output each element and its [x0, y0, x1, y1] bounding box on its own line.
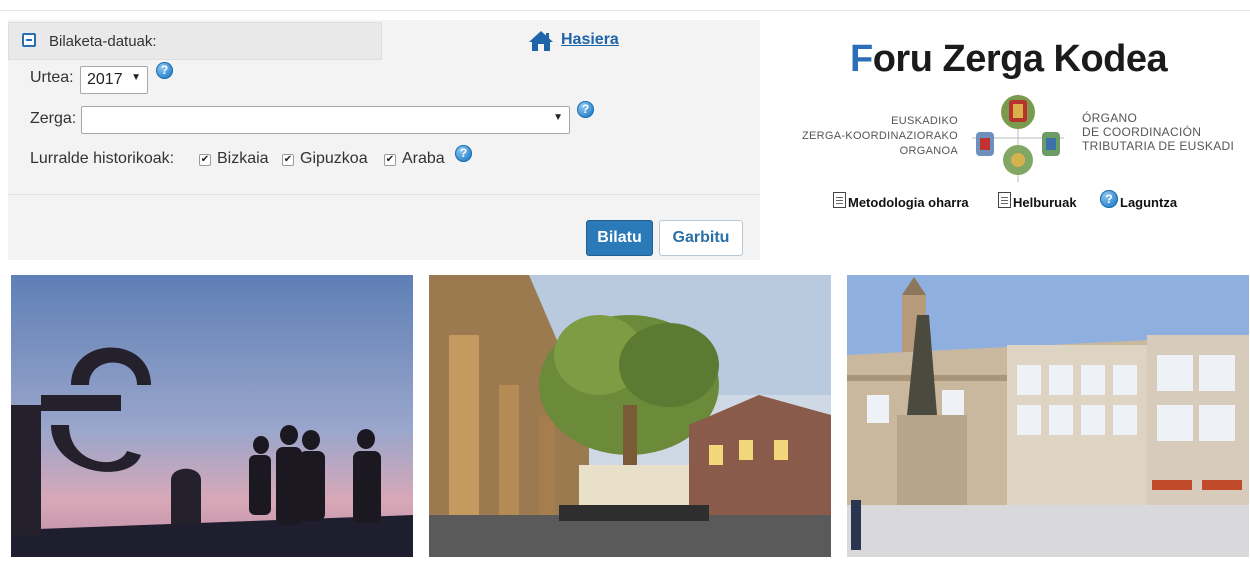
org-name-spanish: ÓRGANO DE COORDINACIÓN TRIBUTARIA DE EUS…: [1082, 111, 1234, 153]
year-help-icon[interactable]: ?: [156, 62, 173, 79]
territory-label-bizkaia: Bizkaia: [217, 150, 269, 167]
org-es-line: ÓRGANO: [1082, 111, 1138, 125]
photo-wind-comb-silhouettes: [11, 275, 413, 557]
form-divider: [8, 194, 760, 195]
org-es-line: DE COORDINACIÓN: [1082, 125, 1202, 139]
methodology-link[interactable]: Metodologia oharra: [848, 195, 969, 210]
search-button[interactable]: Bilatu: [586, 220, 653, 256]
help-icon[interactable]: ?: [1100, 190, 1118, 208]
year-value: 2017: [87, 71, 123, 88]
tax-select[interactable]: ▼: [81, 106, 570, 134]
territories-help-icon[interactable]: ?: [455, 145, 472, 162]
search-panel-header[interactable]: Bilaketa-datuak:: [8, 22, 382, 60]
chevron-down-icon: ▼: [553, 112, 563, 123]
document-icon[interactable]: [998, 192, 1011, 208]
territory-label-araba: Araba: [402, 150, 445, 167]
tax-help-icon[interactable]: ?: [577, 101, 594, 118]
document-icon[interactable]: [833, 192, 846, 208]
org-name-basque: EUSKADIKO ZERGA-KOORDINAZIORAKO ORGANOA: [802, 114, 958, 159]
logo-title-initial: F: [850, 38, 873, 80]
search-panel-title: Bilaketa-datuak:: [49, 33, 157, 50]
clear-button[interactable]: Garbitu: [659, 220, 743, 256]
home-icon[interactable]: [528, 30, 554, 52]
tax-label: Zerga:: [30, 110, 77, 127]
org-eu-line: ZERGA-KOORDINAZIORAKO: [801, 130, 958, 142]
goals-link[interactable]: Helburuak: [1013, 195, 1077, 210]
org-eu-line: EUSKADIKO: [891, 115, 958, 127]
org-es-line: TRIBUTARIA DE EUSKADI: [1082, 139, 1235, 153]
site-logo-title[interactable]: Foru Zerga Kodea: [850, 38, 1168, 81]
territories-label: Lurralde historikoak:: [30, 150, 175, 167]
year-label: Urtea:: [30, 69, 74, 86]
chevron-down-icon: ▼: [131, 72, 141, 83]
territory-label-gipuzkoa: Gipuzkoa: [300, 150, 368, 167]
top-divider: [0, 10, 1250, 11]
photo-gernika-tree: [429, 275, 831, 557]
logo-title-rest: oru Zerga Kodea: [872, 38, 1168, 80]
year-select[interactable]: 2017 ▼: [80, 66, 148, 94]
checkbox-bizkaia[interactable]: ✔: [199, 154, 211, 166]
home-link[interactable]: Hasiera: [561, 31, 619, 49]
org-eu-line: ORGANOA: [899, 145, 958, 157]
checkbox-araba[interactable]: ✔: [384, 154, 396, 166]
collapse-icon[interactable]: [22, 33, 36, 47]
checkbox-gipuzkoa[interactable]: ✔: [282, 154, 294, 166]
help-link[interactable]: Laguntza: [1120, 195, 1177, 210]
coats-of-arms-logo: [972, 94, 1064, 182]
photo-vitoria-square: [847, 275, 1249, 557]
